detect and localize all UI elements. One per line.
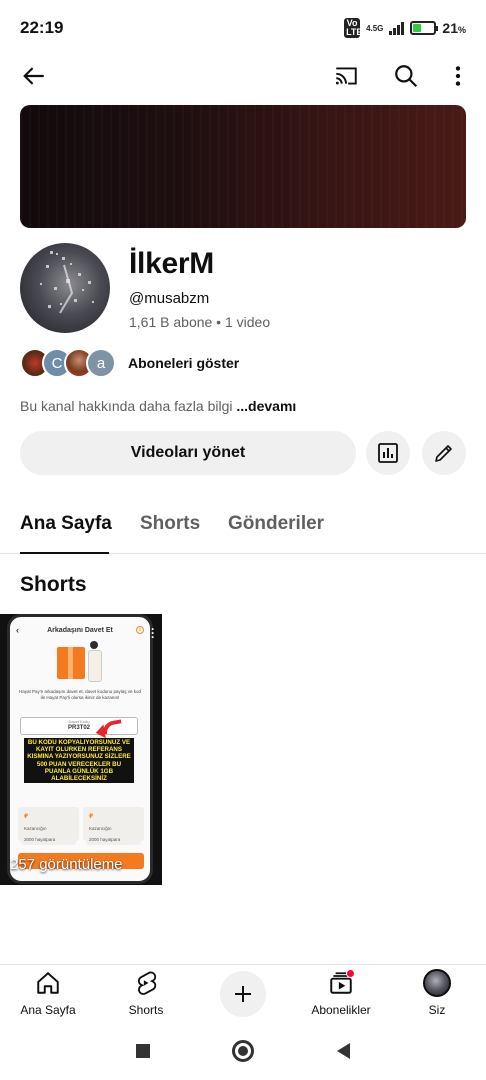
arrow-left-icon	[23, 67, 44, 85]
subscriptions-icon	[327, 969, 355, 997]
channel-about[interactable]: Bu kanal hakkında daha fazla bilgi ...de…	[20, 398, 296, 414]
channel-handle: @musabzm	[129, 290, 210, 307]
system-navigation	[0, 1022, 486, 1080]
network-type: 4.5G	[366, 23, 384, 33]
about-text: Bu kanal hakkında daha fazla bilgi	[20, 398, 233, 414]
home-icon	[34, 969, 62, 997]
subscriber-avatar: a	[86, 348, 116, 378]
avatar-art	[40, 251, 94, 314]
about-more-link[interactable]: ...devamı	[236, 398, 296, 414]
points-row: ₽ Kazancığın 3000 hayatpara ₽ Kazancığın 200…	[18, 807, 144, 845]
thumbnail-description: Hayat Pay'e arkadaşını davet et, davet k…	[19, 689, 141, 700]
top-toolbar	[0, 56, 486, 96]
tab-home[interactable]: Ana Sayfa	[20, 513, 112, 535]
tab-shorts[interactable]: Shorts	[140, 513, 200, 535]
channel-avatar[interactable]	[20, 243, 110, 333]
thumbnail-screen-title: Arkadaşını Davet Et	[47, 626, 113, 634]
nav-subscriptions[interactable]: Abonelikler	[296, 969, 386, 1017]
short-thumbnail[interactable]: ‹ Arkadaşını Davet Et i Hayat Pay'e arka…	[0, 614, 162, 885]
search-icon	[395, 65, 418, 88]
square-icon	[136, 1044, 150, 1058]
circle-icon	[232, 1040, 254, 1062]
analytics-icon	[378, 443, 398, 463]
triangle-back-icon	[337, 1043, 350, 1059]
channel-name: İlkerM	[129, 247, 214, 280]
volte-icon: Vo LTE	[344, 18, 363, 38]
notification-dot	[346, 969, 355, 978]
bottom-navigation: Ana Sayfa Shorts Abonelikler Siz	[0, 964, 486, 1022]
status-time: 22:19	[20, 18, 64, 37]
cast-icon	[335, 67, 357, 85]
nav-shorts[interactable]: Shorts	[101, 969, 191, 1017]
short-view-count: 257 görüntüleme	[10, 856, 123, 873]
chevron-left-icon: ‹	[16, 625, 19, 635]
back-system-button[interactable]	[332, 1040, 354, 1062]
subscribers-row[interactable]: C a Aboneleri göster	[20, 347, 239, 379]
nav-you[interactable]: Siz	[392, 969, 482, 1017]
channel-stats: 1,61 B abone • 1 video	[129, 314, 271, 330]
thumbnail-overlay-text: BU KODU KOPYALIYORSUNUZ VE KAYIT OLURKEN…	[24, 738, 134, 784]
active-tab-indicator	[20, 552, 109, 554]
gift-icon	[57, 647, 85, 679]
tab-posts[interactable]: Gönderiler	[228, 513, 324, 535]
pencil-icon	[435, 445, 452, 462]
channel-banner	[20, 105, 466, 228]
signal-icon	[389, 21, 405, 35]
back-button[interactable]	[18, 60, 50, 92]
home-system-button[interactable]	[232, 1040, 254, 1062]
more-vert-icon	[455, 66, 461, 86]
short-more-icon[interactable]: · · ·	[151, 623, 155, 643]
battery-icon	[410, 21, 439, 35]
recents-button[interactable]	[132, 1040, 154, 1062]
nav-home[interactable]: Ana Sayfa	[3, 969, 93, 1017]
show-subscribers-link[interactable]: Aboneleri göster	[128, 355, 239, 371]
analytics-button[interactable]	[366, 431, 410, 475]
edit-channel-button[interactable]	[422, 431, 466, 475]
status-bar: 22:19 Vo LTE 4.5G 21%	[0, 0, 486, 56]
create-button[interactable]	[220, 971, 266, 1017]
shorts-section-title: Shorts	[20, 573, 87, 596]
thumbnail-phone-screen: ‹ Arkadaşını Davet Et i Hayat Pay'e arka…	[7, 614, 153, 884]
status-icons: Vo LTE 4.5G 21%	[344, 18, 466, 38]
more-options-button[interactable]	[442, 60, 474, 92]
battery-percent: 21%	[442, 20, 466, 36]
manage-videos-button[interactable]: Videoları yönet	[20, 431, 356, 475]
channel-tabs: Ana Sayfa Shorts Gönderiler	[0, 500, 486, 554]
plus-icon	[235, 986, 251, 1002]
avatar	[423, 969, 451, 997]
search-button[interactable]	[390, 60, 422, 92]
shorts-icon	[132, 969, 160, 997]
info-icon: i	[136, 626, 144, 634]
cast-button[interactable]	[330, 60, 362, 92]
person-illustration	[88, 641, 102, 682]
